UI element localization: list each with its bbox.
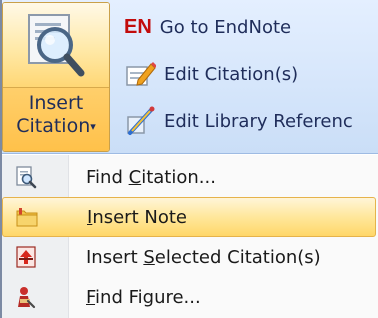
edit-library-icon [127,106,155,135]
edit-library-reference-button[interactable]: Edit Library Referenc [124,100,378,142]
edit-citations-button[interactable]: Edit Citation(s) [124,53,378,95]
find-figure-icon [18,287,36,309]
menu-item-find-citation[interactable]: Find Citation... [2,157,376,197]
magnifier-icon [28,14,85,77]
menu-item-insert-note[interactable]: Insert Note [2,197,376,237]
insert-citation-label-line2: Citation▾ [3,115,109,138]
menu-item-label: Insert Note [87,206,187,228]
endnote-ribbon-group: Insert Citation▾ EN Go to EndNote Edit C… [0,0,378,154]
go-to-endnote-button[interactable]: EN Go to EndNote [124,6,378,48]
menu-item-label: Find Citation... [86,166,216,188]
insert-citation-label-text: Citation [16,115,91,137]
insert-citation-dropdown-area[interactable]: Insert Citation▾ [3,87,109,151]
chevron-down-icon: ▾ [90,120,96,133]
menu-item-insert-selected-citations[interactable]: Insert Selected Citation(s) [2,237,376,277]
edit-citations-label: Edit Citation(s) [164,63,299,85]
go-to-endnote-label: Go to EndNote [159,16,292,38]
edit-pencil-icon [126,62,156,86]
edit-library-reference-label: Edit Library Referenc [164,110,353,132]
endnote-logo: EN [124,15,152,38]
insert-selected-icon [16,246,36,268]
insert-citation-label-line1: Insert [28,92,84,114]
menu-item-label: Insert Selected Citation(s) [86,246,321,268]
insert-citation-button[interactable]: Insert Citation▾ [2,2,110,152]
folder-note-icon [16,208,38,227]
find-doc-icon [16,166,37,189]
menu-item-label: Find Figure... [86,286,201,308]
insert-citation-icon-area[interactable] [3,3,109,87]
insert-citation-dropdown-menu: Find Citation... Insert Note Insert Sele… [0,155,378,318]
menu-item-find-figure[interactable]: Find Figure... [2,277,376,317]
